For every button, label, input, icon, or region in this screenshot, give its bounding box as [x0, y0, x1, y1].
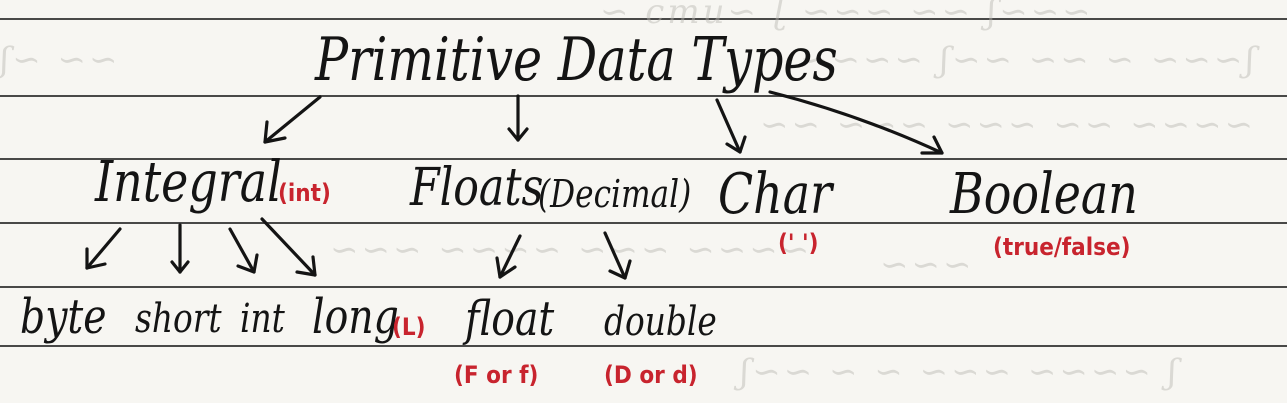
root-node-label: Primitive Data Types [315, 25, 838, 95]
boolean-node-note: (true/false) [993, 233, 1131, 261]
int-node-label: int [240, 296, 285, 342]
floats-node-label: Floats [410, 158, 544, 218]
long-node-note: (L) [392, 313, 426, 341]
arrow-to-int [228, 227, 259, 274]
arrow-to-integral [263, 95, 322, 144]
arrow-to-floats [507, 94, 529, 142]
arrow-to-char [715, 98, 747, 154]
boolean-node-label: Boolean [950, 162, 1138, 227]
byte-node-label: byte [20, 289, 107, 345]
arrow-to-byte [85, 227, 122, 270]
floats-node-note: (Decimal) [538, 172, 692, 216]
integral-node-label: Integral [95, 150, 282, 215]
float-node-note: (F or f) [454, 361, 539, 389]
arrow-to-boolean [768, 90, 944, 155]
long-node-label: long [312, 289, 399, 345]
char-node-label: Char [718, 162, 833, 227]
double-node-note: (D or d) [604, 361, 698, 389]
float-node-label: float [465, 291, 555, 347]
arrow-to-long [260, 217, 317, 277]
arrow-to-double [603, 231, 632, 280]
char-node-note: (' ') [778, 229, 819, 257]
arrow-to-short [170, 223, 190, 274]
double-node-label: double [604, 299, 717, 345]
arrow-to-float [495, 234, 522, 279]
short-node-label: short [135, 296, 222, 342]
notebook-page: ∽ cmu∽ ɭ ∽∽∽ ∽∽ ʃ∽∽∽ ʃ∽ ∽∽ ∽∽∽∽ ʃ∽∽ ∽∽ ∽… [0, 0, 1287, 403]
integral-node-note: (int) [278, 179, 331, 207]
